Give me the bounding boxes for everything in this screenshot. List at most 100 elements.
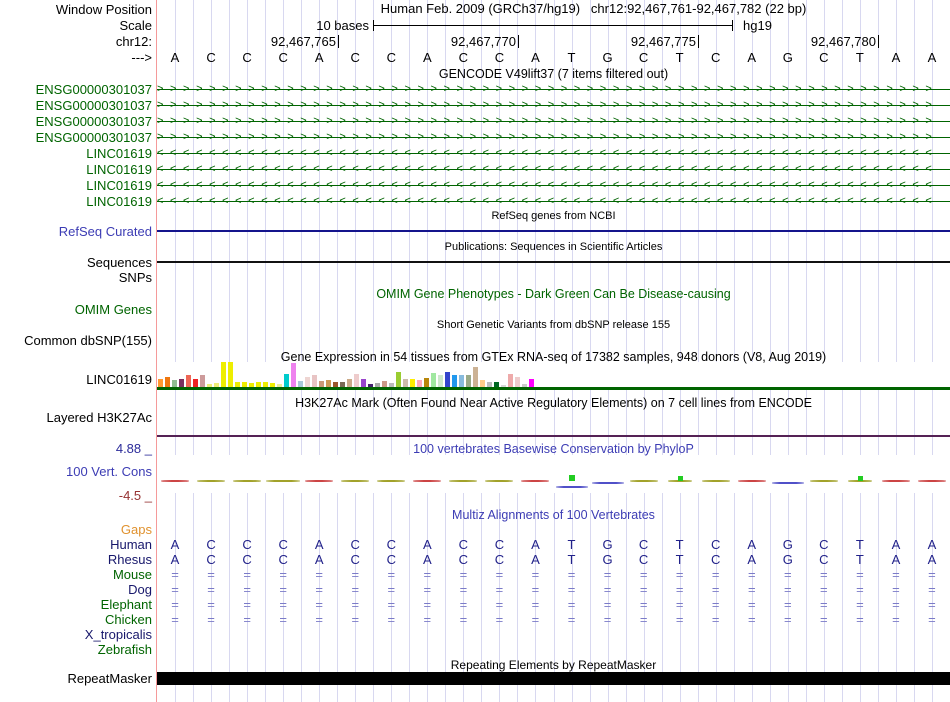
species-label[interactable]: X_tropicalis: [0, 627, 152, 642]
aligned-base[interactable]: A: [886, 537, 906, 552]
aligned-base[interactable]: C: [489, 537, 509, 552]
aligned-base[interactable]: G: [778, 537, 798, 552]
gene-label[interactable]: ENSG00000301037: [0, 114, 152, 129]
species-label[interactable]: Zebrafish: [0, 642, 152, 657]
gene-strand-arrows[interactable]: <<<<<<<<<<<<<<<<<<<<<<<<<<<<<<<<<<<<<<<<…: [157, 163, 950, 176]
alignment-match-mark[interactable]: =: [309, 582, 329, 597]
alignment-match-mark[interactable]: =: [273, 567, 293, 582]
aligned-base[interactable]: C: [814, 537, 834, 552]
gtex-tissue-bar[interactable]: [193, 379, 198, 387]
gtex-tissue-bar[interactable]: [508, 374, 513, 387]
alignment-match-mark[interactable]: =: [525, 612, 545, 627]
aligned-base[interactable]: C: [201, 552, 221, 567]
alignment-match-mark[interactable]: =: [417, 597, 437, 612]
alignment-match-mark[interactable]: =: [453, 567, 473, 582]
gtex-tissue-bar[interactable]: [326, 380, 331, 387]
alignment-match-mark[interactable]: =: [634, 582, 654, 597]
gene-label[interactable]: LINC01619: [0, 194, 152, 209]
alignment-match-mark[interactable]: =: [489, 567, 509, 582]
alignment-match-mark[interactable]: =: [814, 567, 834, 582]
alignment-match-mark[interactable]: =: [670, 612, 690, 627]
alignment-match-mark[interactable]: =: [886, 597, 906, 612]
gene-strand-arrows[interactable]: >>>>>>>>>>>>>>>>>>>>>>>>>>>>>>>>>>>>>>>>…: [157, 115, 950, 128]
aligned-base[interactable]: T: [562, 537, 582, 552]
aligned-base[interactable]: C: [201, 537, 221, 552]
gene-label[interactable]: LINC01619: [0, 178, 152, 193]
aligned-base[interactable]: A: [922, 537, 942, 552]
gene-strand-arrows[interactable]: <<<<<<<<<<<<<<<<<<<<<<<<<<<<<<<<<<<<<<<<…: [157, 179, 950, 192]
alignment-match-mark[interactable]: =: [309, 612, 329, 627]
alignment-match-mark[interactable]: =: [345, 582, 365, 597]
alignment-match-mark[interactable]: =: [778, 597, 798, 612]
alignment-match-mark[interactable]: =: [850, 597, 870, 612]
alignment-match-mark[interactable]: =: [345, 567, 365, 582]
alignment-match-mark[interactable]: =: [489, 597, 509, 612]
repeatmasker-label[interactable]: RepeatMasker: [0, 671, 152, 686]
aligned-base[interactable]: A: [886, 552, 906, 567]
alignment-match-mark[interactable]: =: [525, 582, 545, 597]
gtex-gene-model-bar[interactable]: [157, 387, 950, 390]
gtex-tissue-bar[interactable]: [480, 380, 485, 387]
species-label[interactable]: Mouse: [0, 567, 152, 582]
alignment-match-mark[interactable]: =: [417, 582, 437, 597]
alignment-match-mark[interactable]: =: [562, 597, 582, 612]
aligned-base[interactable]: A: [309, 552, 329, 567]
gtex-tissue-bar[interactable]: [452, 375, 457, 387]
alignment-match-mark[interactable]: =: [850, 612, 870, 627]
layered-h3k27ac-label[interactable]: Layered H3K27Ac: [0, 410, 152, 425]
alignment-match-mark[interactable]: =: [417, 567, 437, 582]
aligned-base[interactable]: C: [273, 537, 293, 552]
refseq-curated-item[interactable]: [157, 230, 950, 232]
alignment-match-mark[interactable]: =: [525, 567, 545, 582]
gtex-tissue-bar[interactable]: [417, 380, 422, 387]
gtex-tissue-bar[interactable]: [347, 379, 352, 387]
gtex-tissue-bar[interactable]: [305, 377, 310, 387]
alignment-match-mark[interactable]: =: [706, 597, 726, 612]
alignment-match-mark[interactable]: =: [670, 582, 690, 597]
gene-label[interactable]: ENSG00000301037: [0, 98, 152, 113]
alignment-match-mark[interactable]: =: [453, 597, 473, 612]
alignment-match-mark[interactable]: =: [201, 582, 221, 597]
alignment-match-mark[interactable]: =: [237, 597, 257, 612]
species-label[interactable]: Gaps: [0, 522, 152, 537]
alignment-match-mark[interactable]: =: [742, 567, 762, 582]
alignment-match-mark[interactable]: =: [381, 582, 401, 597]
snps-label[interactable]: SNPs: [0, 270, 152, 285]
alignment-match-mark[interactable]: =: [598, 567, 618, 582]
species-label[interactable]: Human: [0, 537, 152, 552]
aligned-base[interactable]: C: [706, 552, 726, 567]
alignment-match-mark[interactable]: =: [634, 597, 654, 612]
alignment-match-mark[interactable]: =: [453, 582, 473, 597]
common-dbsnp-label[interactable]: Common dbSNP(155): [0, 333, 152, 348]
species-label[interactable]: Chicken: [0, 612, 152, 627]
gtex-tissue-bar[interactable]: [410, 379, 415, 387]
alignment-match-mark[interactable]: =: [201, 567, 221, 582]
alignment-match-mark[interactable]: =: [850, 582, 870, 597]
conservation-track-label[interactable]: 100 Vert. Cons: [0, 464, 152, 479]
alignment-match-mark[interactable]: =: [850, 567, 870, 582]
alignment-match-mark[interactable]: =: [814, 597, 834, 612]
alignment-match-mark[interactable]: =: [778, 582, 798, 597]
sequences-item[interactable]: [157, 261, 950, 263]
aligned-base[interactable]: T: [562, 552, 582, 567]
aligned-base[interactable]: A: [165, 537, 185, 552]
alignment-match-mark[interactable]: =: [706, 567, 726, 582]
aligned-base[interactable]: A: [742, 537, 762, 552]
aligned-base[interactable]: C: [453, 552, 473, 567]
aligned-base[interactable]: C: [453, 537, 473, 552]
alignment-match-mark[interactable]: =: [273, 582, 293, 597]
alignment-match-mark[interactable]: =: [489, 582, 509, 597]
alignment-match-mark[interactable]: =: [886, 567, 906, 582]
gtex-tissue-bar[interactable]: [172, 380, 177, 387]
species-label[interactable]: Dog: [0, 582, 152, 597]
gtex-tissue-bar[interactable]: [403, 379, 408, 387]
gtex-tissue-bar[interactable]: [515, 377, 520, 387]
aligned-base[interactable]: T: [670, 537, 690, 552]
alignment-match-mark[interactable]: =: [922, 582, 942, 597]
alignment-match-mark[interactable]: =: [742, 582, 762, 597]
alignment-match-mark[interactable]: =: [273, 597, 293, 612]
alignment-match-mark[interactable]: =: [489, 612, 509, 627]
gene-strand-arrows[interactable]: >>>>>>>>>>>>>>>>>>>>>>>>>>>>>>>>>>>>>>>>…: [157, 83, 950, 96]
gene-strand-arrows[interactable]: >>>>>>>>>>>>>>>>>>>>>>>>>>>>>>>>>>>>>>>>…: [157, 131, 950, 144]
gene-label[interactable]: ENSG00000301037: [0, 130, 152, 145]
